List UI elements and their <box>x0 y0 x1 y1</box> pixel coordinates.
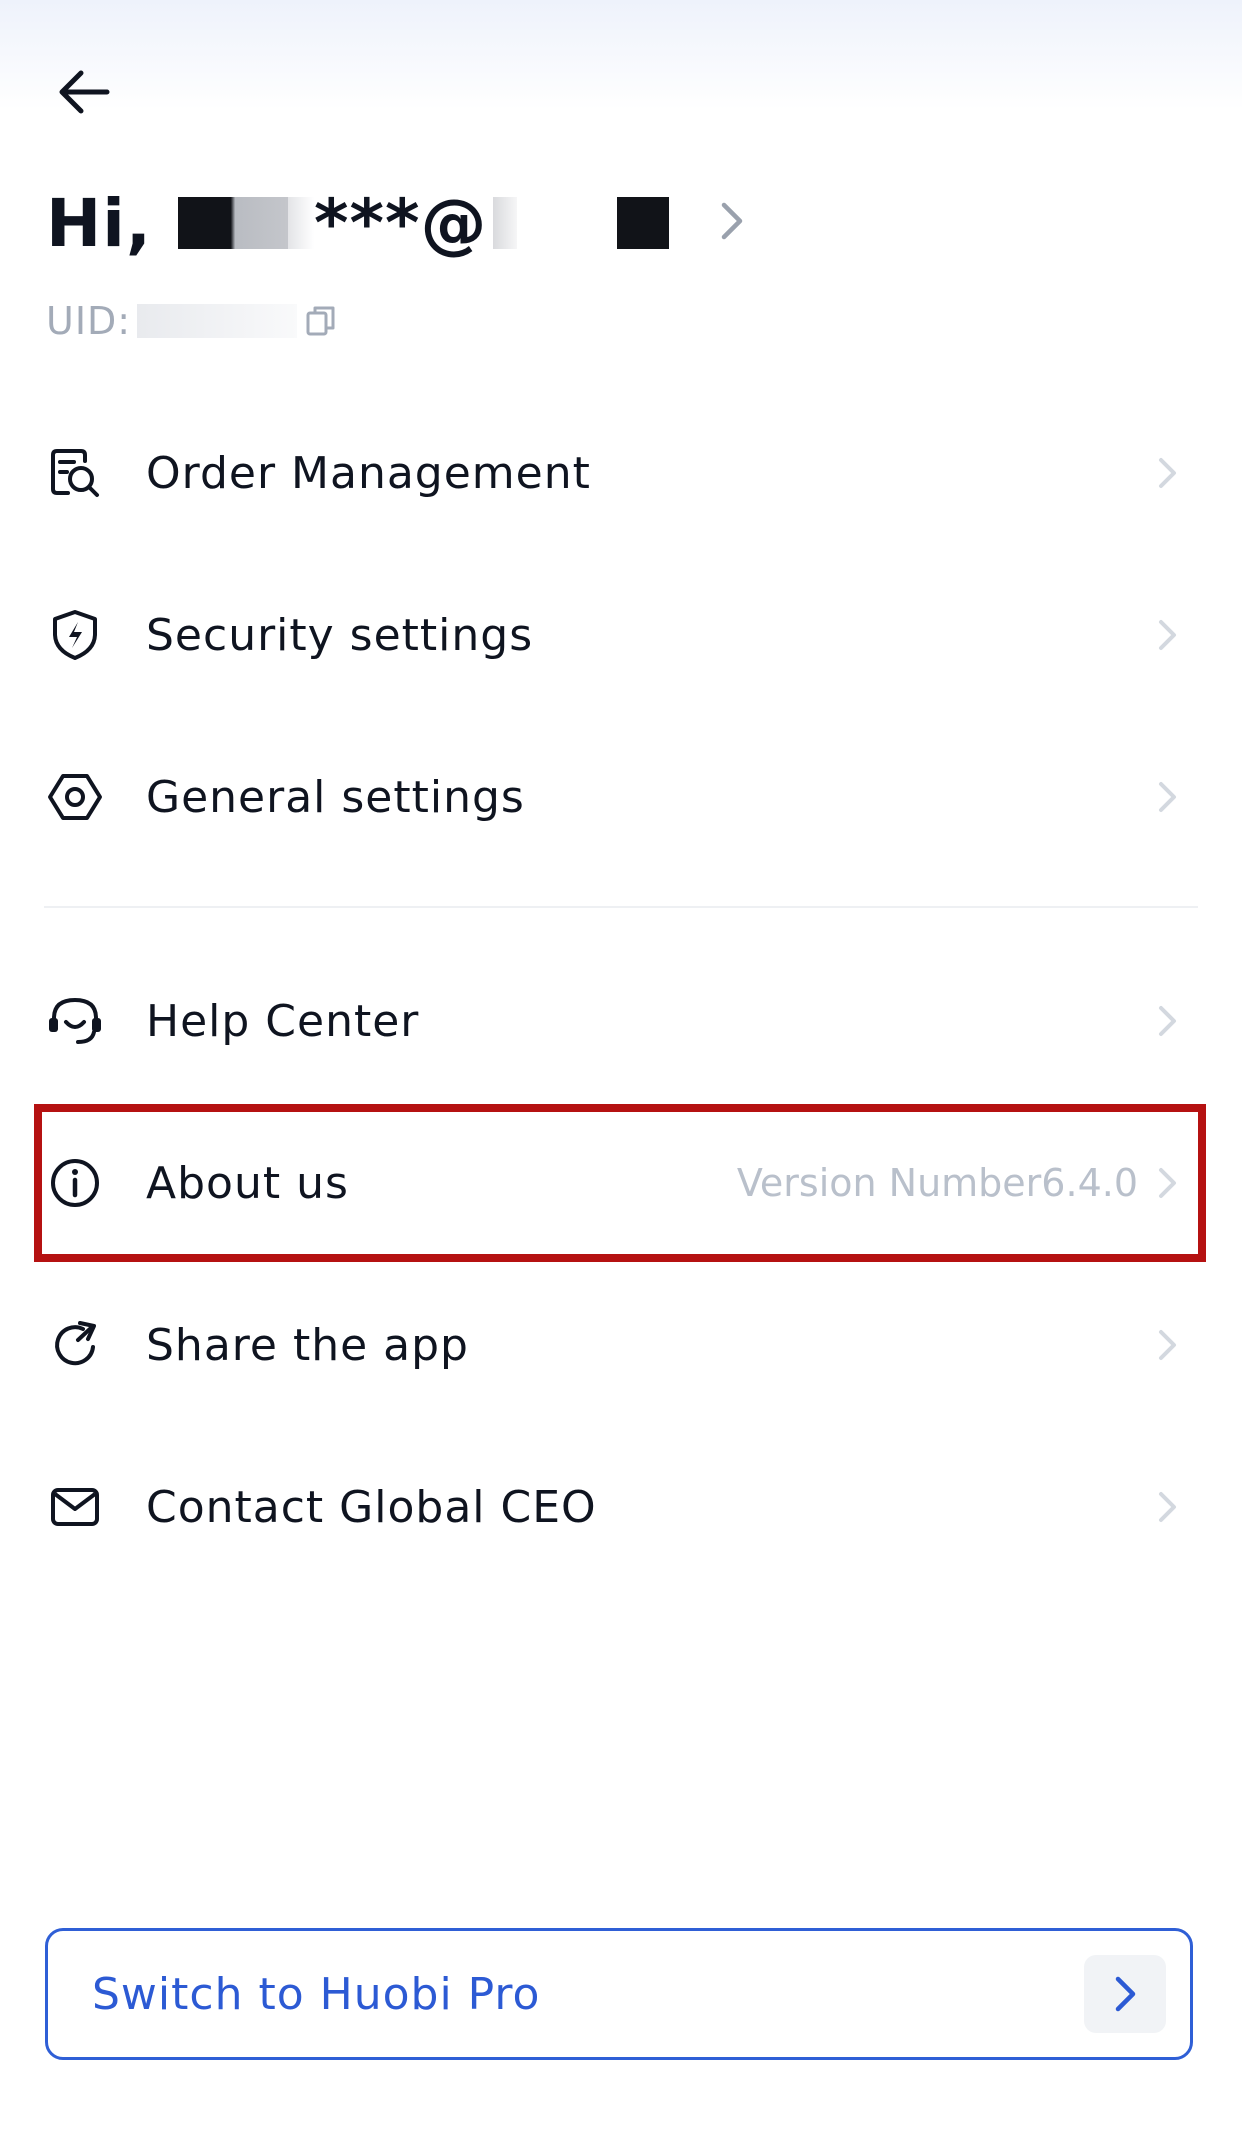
copy-uid-button[interactable] <box>301 301 341 341</box>
mail-icon <box>46 1478 104 1536</box>
menu-item-label: General settings <box>146 771 525 823</box>
menu-item-security-settings[interactable]: Security settings <box>46 560 1196 710</box>
email-visible: ***@ <box>313 184 488 262</box>
chevron-right-icon <box>1159 1168 1176 1198</box>
menu-item-label: Help Center <box>146 995 420 1047</box>
menu-item-label: Share the app <box>146 1319 469 1371</box>
menu-item-label: Security settings <box>146 609 534 661</box>
menu-item-label: About us <box>146 1157 349 1209</box>
menu-item-general-settings[interactable]: General settings <box>46 722 1196 872</box>
menu-item-order-management[interactable]: Order Management <box>46 398 1196 548</box>
uid-label: UID: <box>46 299 132 343</box>
menu-item-contact-global-ceo[interactable]: Contact Global CEO <box>46 1432 1196 1582</box>
chevron-right-icon <box>1159 458 1176 488</box>
menu-item-label: Contact Global CEO <box>146 1481 597 1533</box>
back-button[interactable] <box>44 52 124 132</box>
greeting-prefix: Hi, <box>46 184 152 262</box>
chevron-right-icon <box>1115 1976 1136 2012</box>
redacted-name <box>177 197 288 249</box>
profile-greeting[interactable]: Hi, ***@ <box>46 178 670 268</box>
redacted-domain-block <box>617 197 670 249</box>
menu-item-help-center[interactable]: Help Center <box>46 946 1196 1096</box>
top-gradient <box>0 0 1242 110</box>
share-refresh-icon <box>46 1316 104 1374</box>
redacted-uid <box>137 304 298 338</box>
menu-item-about-us[interactable]: About us Version Number6.4.0 <box>46 1108 1196 1258</box>
chevron-right-icon <box>1159 1006 1176 1036</box>
order-search-icon <box>46 444 104 502</box>
chevron-right-icon <box>1159 1330 1176 1360</box>
chevron-right-icon <box>1159 1492 1176 1522</box>
copy-icon <box>306 306 335 336</box>
hexagon-gear-icon <box>46 768 104 826</box>
info-circle-icon <box>46 1154 104 1212</box>
version-number: Version Number6.4.0 <box>736 1161 1138 1205</box>
uid-row: UID: <box>46 296 341 346</box>
switch-arrow <box>1084 1955 1166 2033</box>
switch-to-huobi-pro-button[interactable]: Switch to Huobi Pro <box>45 1928 1193 2060</box>
redacted-name-fade <box>287 197 314 249</box>
headset-icon <box>46 992 104 1050</box>
menu-item-share-the-app[interactable]: Share the app <box>46 1270 1196 1420</box>
chevron-right-icon <box>1159 782 1176 812</box>
arrow-left-icon <box>59 70 110 114</box>
switch-label: Switch to Huobi Pro <box>92 1968 541 2020</box>
shield-bolt-icon <box>46 606 104 664</box>
chevron-right-icon <box>721 202 743 240</box>
section-divider <box>44 906 1198 908</box>
chevron-right-icon <box>1159 620 1176 650</box>
redacted-domain <box>493 197 518 249</box>
menu-item-label: Order Management <box>146 447 591 499</box>
